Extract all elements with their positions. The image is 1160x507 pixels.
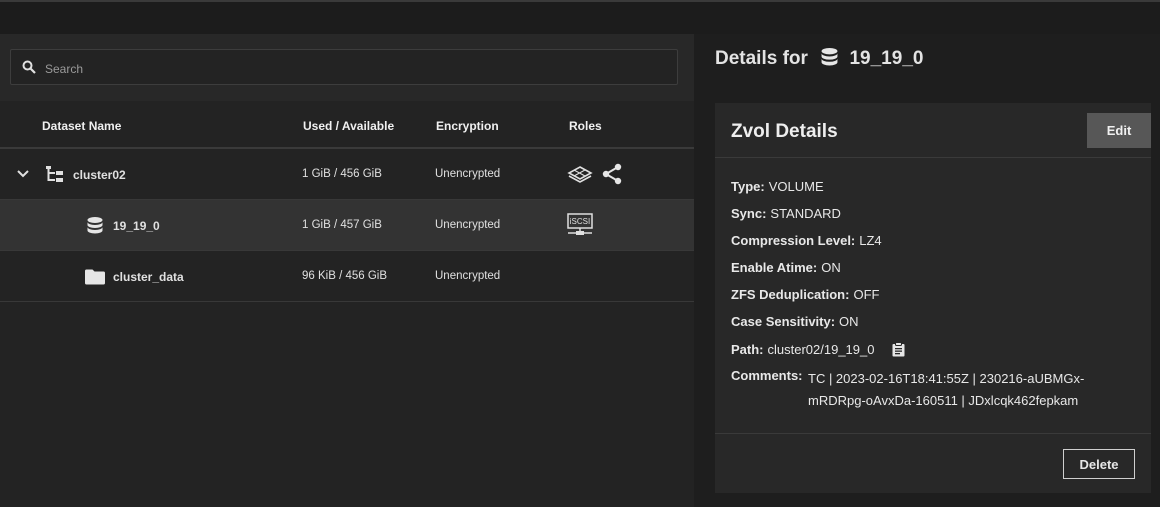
table-header: Dataset Name Used / Available Encryption… (0, 101, 694, 149)
clipboard-icon[interactable] (892, 342, 905, 357)
search-icon (22, 60, 36, 74)
chevron-down-icon[interactable] (16, 169, 30, 179)
column-header-roles[interactable]: Roles (569, 119, 602, 133)
table-row[interactable]: cluster_data 96 KiB / 456 GiB Unencrypte… (0, 251, 694, 302)
prop-compression: Compression Level: LZ4 (731, 233, 882, 248)
datasets-panel: Dataset Name Used / Available Encryption… (0, 34, 694, 507)
search-input[interactable] (43, 58, 647, 80)
share-icon (602, 163, 622, 185)
details-panel: Details for 19_19_0 Zvol Details Edit Ty… (694, 34, 1160, 507)
prop-sync: Sync: STANDARD (731, 206, 841, 221)
card-header: Zvol Details Edit (715, 103, 1151, 158)
card-title: Zvol Details (731, 121, 838, 142)
folder-icon (85, 269, 105, 285)
details-title-name: 19_19_0 (849, 48, 924, 69)
used-available: 1 GiB / 457 GiB (302, 219, 382, 231)
encryption-status: Unencrypted (435, 270, 501, 282)
search-box[interactable] (10, 49, 678, 85)
svg-text:iSCSI: iSCSI (570, 217, 590, 226)
column-header-dataset-name[interactable]: Dataset Name (42, 119, 121, 133)
search-strip (0, 34, 694, 101)
zvol-details-card: Zvol Details Edit Type: VOLUME Sync: STAND… (715, 103, 1151, 493)
used-available: 1 GiB / 456 GiB (302, 168, 382, 180)
delete-button[interactable]: Delete (1063, 449, 1135, 479)
table-row[interactable]: cluster02 1 GiB / 456 GiB Unencrypted (0, 149, 694, 200)
top-bar (0, 0, 1160, 34)
prop-path: Path: cluster02/19_19_0 (731, 342, 905, 357)
comments-label: Comments: (731, 368, 803, 383)
prop-type: Type: VOLUME (731, 179, 824, 194)
prop-case-sensitivity: Case Sensitivity: ON (731, 314, 859, 329)
zvol-database-icon (821, 48, 838, 66)
prop-deduplication: ZFS Deduplication: OFF (731, 287, 880, 302)
prop-atime: Enable Atime: ON (731, 260, 841, 275)
encryption-status: Unencrypted (435, 168, 501, 180)
dataset-name: cluster_data (113, 270, 184, 284)
dataset-name: cluster02 (73, 168, 126, 182)
used-available: 96 KiB / 456 GiB (302, 270, 388, 282)
dataset-name: 19_19_0 (113, 219, 160, 233)
details-title-prefix: Details for (715, 48, 808, 69)
details-title: Details for 19_19_0 (715, 48, 923, 70)
iscsi-icon: iSCSI (567, 213, 593, 235)
column-header-used-available[interactable]: Used / Available (303, 119, 394, 133)
column-header-encryption[interactable]: Encryption (436, 119, 499, 133)
dataset-tree-icon (46, 166, 63, 182)
encryption-status: Unencrypted (435, 219, 501, 231)
edit-button[interactable]: Edit (1087, 113, 1151, 148)
comments-value: TC | 2023-02-16T18:41:55Z | 230216-aUBMG… (808, 371, 1085, 408)
layers-icon (567, 166, 593, 183)
zvol-database-icon (87, 217, 103, 234)
card-divider (715, 433, 1151, 434)
table-row[interactable]: 19_19_0 1 GiB / 457 GiB Unencrypted iSCS… (0, 200, 694, 251)
